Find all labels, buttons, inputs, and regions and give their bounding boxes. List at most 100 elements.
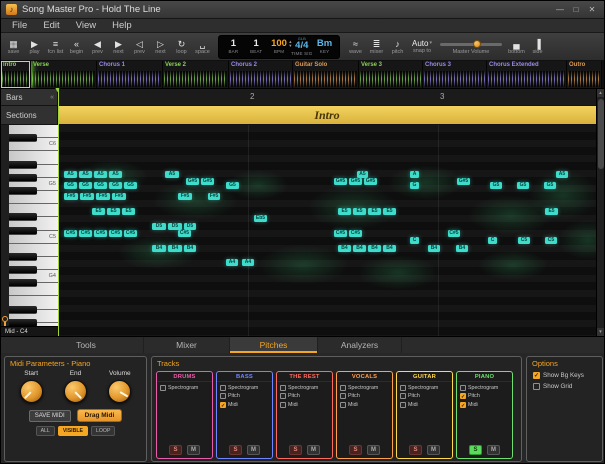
track-option-midi[interactable]: Midi (277, 399, 332, 408)
maximize-button[interactable]: □ (569, 5, 583, 14)
midi-note-B4[interactable]: B4 (368, 245, 381, 252)
current-section-bar[interactable]: Intro (58, 106, 596, 125)
track-option-pitch[interactable]: Pitch (397, 391, 452, 400)
view-wave-button-0[interactable]: ≈wave (345, 39, 366, 55)
midi-note-G#5[interactable]: G#5 (457, 178, 470, 185)
save-midi-button[interactable]: SAVE MIDI (29, 410, 71, 422)
bass-pitch-checkbox[interactable] (220, 393, 226, 399)
dock-bottom-button-0[interactable]: ▄bottom (506, 39, 527, 55)
midi-note-G5[interactable]: G5 (64, 182, 77, 189)
bass-midi-checkbox[interactable]: ✓ (220, 402, 226, 408)
section-intro[interactable]: Intro (1, 61, 31, 88)
section-outro[interactable]: Outro (567, 61, 602, 88)
vocals-midi-checkbox[interactable] (340, 402, 346, 408)
piano-key-black[interactable] (9, 134, 37, 142)
track-option-pitch[interactable]: Pitch (337, 391, 392, 400)
midi-note-E5[interactable]: E5 (383, 208, 396, 215)
midi-note-F#5[interactable]: F#5 (178, 193, 192, 200)
toolbar-next-button-7[interactable]: ▷next (150, 39, 171, 55)
section-verse[interactable]: Verse (31, 61, 97, 88)
piano-key-black[interactable] (9, 213, 37, 221)
bars-ruler[interactable]: 23 (58, 89, 596, 106)
midi-note-C5[interactable]: C5 (545, 237, 557, 244)
midi-note-C#5[interactable]: C#5 (109, 230, 122, 237)
piano-key-black[interactable] (9, 227, 37, 235)
track-option-spectrogram[interactable]: Spectrogram (277, 382, 332, 391)
section-guitar-solo[interactable]: Guitar Solo (293, 61, 359, 88)
collapse-icon[interactable]: « (50, 94, 54, 101)
view-pitch-button-2[interactable]: ♪pitch (387, 39, 408, 55)
toolbar-begin-button-3[interactable]: «begin (66, 39, 87, 55)
track-option-spectrogram[interactable]: Spectrogram (457, 382, 512, 391)
vocals-spectrogram-checkbox[interactable] (340, 385, 346, 391)
section-chorus-extended[interactable]: Chorus Extended (487, 61, 567, 88)
track-option-spectrogram[interactable]: Spectrogram (157, 382, 212, 391)
midi-note-C#5[interactable]: C#5 (79, 230, 92, 237)
vocals-pitch-checkbox[interactable] (340, 393, 346, 399)
tab-analyzers[interactable]: Analyzers (318, 337, 402, 353)
scope-all-button[interactable]: ALL (36, 426, 55, 436)
midi-note-E5[interactable]: E5 (107, 208, 120, 215)
midi-note-D5[interactable]: D5 (152, 223, 166, 230)
toolbar-play-button-1[interactable]: ▶play (24, 39, 45, 55)
midi-note-A[interactable]: A (410, 171, 419, 178)
section-chorus-2[interactable]: Chorus 2 (229, 61, 293, 88)
midi-note-C#5[interactable]: C#5 (64, 230, 77, 237)
dock-side-button-1[interactable]: ▐side (527, 39, 548, 55)
midi-note-A5[interactable]: A5 (94, 171, 107, 178)
vertical-scrollbar[interactable]: ▲ ▼ (596, 89, 604, 336)
midi-note-C[interactable]: C (488, 237, 497, 244)
scope-loop-button[interactable]: LOOP (91, 426, 115, 436)
midi-note-B4[interactable]: B4 (456, 245, 468, 252)
midi-note-C#5[interactable]: C#5 (124, 230, 137, 237)
menu-view[interactable]: View (68, 20, 104, 31)
midi-note-A5[interactable]: A5 (357, 171, 368, 178)
tab-pitches[interactable]: Pitches (230, 337, 318, 353)
midi-note-F#5[interactable]: F#5 (96, 193, 110, 200)
scroll-up-icon[interactable]: ▲ (597, 89, 604, 97)
scroll-down-icon[interactable]: ▼ (597, 328, 604, 336)
midi-note-C#5[interactable]: C#5 (448, 230, 460, 237)
toolbar-prev-button-4[interactable]: ◀prev (87, 39, 108, 55)
solo-button-guitar[interactable]: S (409, 445, 422, 455)
midi-note-C#5[interactable]: C#5 (349, 230, 362, 237)
option-show-grid[interactable]: Show Grid (527, 379, 602, 390)
minimize-button[interactable]: — (553, 5, 567, 14)
midi-note-G5[interactable]: G5 (94, 182, 107, 189)
midi-note-G5[interactable]: G5 (490, 182, 502, 189)
midi-note-F#5[interactable]: F#5 (64, 193, 78, 200)
toolbar-space-button-9[interactable]: ␣space (192, 39, 213, 55)
midi-note-G5[interactable]: G5 (79, 182, 92, 189)
track-option-pitch[interactable]: Pitch (217, 391, 272, 400)
mute-button-guitar[interactable]: M (427, 445, 440, 455)
toolbar-prev-button-6[interactable]: ◁prev (129, 39, 150, 55)
midi-note-B4[interactable]: B4 (383, 245, 396, 252)
piano-key-black[interactable] (9, 266, 37, 274)
midi-note-G#5[interactable]: G#5 (201, 178, 214, 185)
midi-note-C#5[interactable]: C#5 (94, 230, 107, 237)
track-option-midi[interactable]: ✓Midi (457, 399, 512, 408)
midi-note-E5[interactable]: E5 (338, 208, 351, 215)
midi-note-G5[interactable]: G5 (109, 182, 122, 189)
mute-button-vocals[interactable]: M (367, 445, 380, 455)
piano-key-black[interactable] (9, 161, 37, 169)
guitar-pitch-checkbox[interactable] (400, 393, 406, 399)
the-rest-pitch-checkbox[interactable] (280, 393, 286, 399)
guitar-spectrogram-checkbox[interactable] (400, 385, 406, 391)
solo-button-piano[interactable]: S (469, 445, 482, 455)
guitar-midi-checkbox[interactable] (400, 402, 406, 408)
drag-midi-button[interactable]: Drag Midi (77, 409, 123, 422)
note-grid[interactable]: A5A5A5A5A5A5AA5G5G5G5G5G5G#5G#5G5G#5G#5G… (58, 125, 596, 336)
midi-note-C[interactable]: C (410, 237, 419, 244)
menu-help[interactable]: Help (104, 20, 140, 31)
the-rest-midi-checkbox[interactable] (280, 402, 286, 408)
tab-mixer[interactable]: Mixer (144, 337, 230, 353)
midi-note-G#5[interactable]: G#5 (334, 178, 347, 185)
track-option-pitch[interactable]: ✓Pitch (457, 391, 512, 400)
toolbar-fcn-list-button-2[interactable]: ≡fcn list (45, 39, 66, 55)
playhead-marker-icon[interactable]: ▼ (54, 87, 61, 94)
solo-button-drums[interactable]: S (169, 445, 182, 455)
end-knob[interactable] (64, 380, 87, 403)
track-option-midi[interactable]: Midi (397, 399, 452, 408)
midi-note-F#5[interactable]: F#5 (208, 193, 220, 200)
